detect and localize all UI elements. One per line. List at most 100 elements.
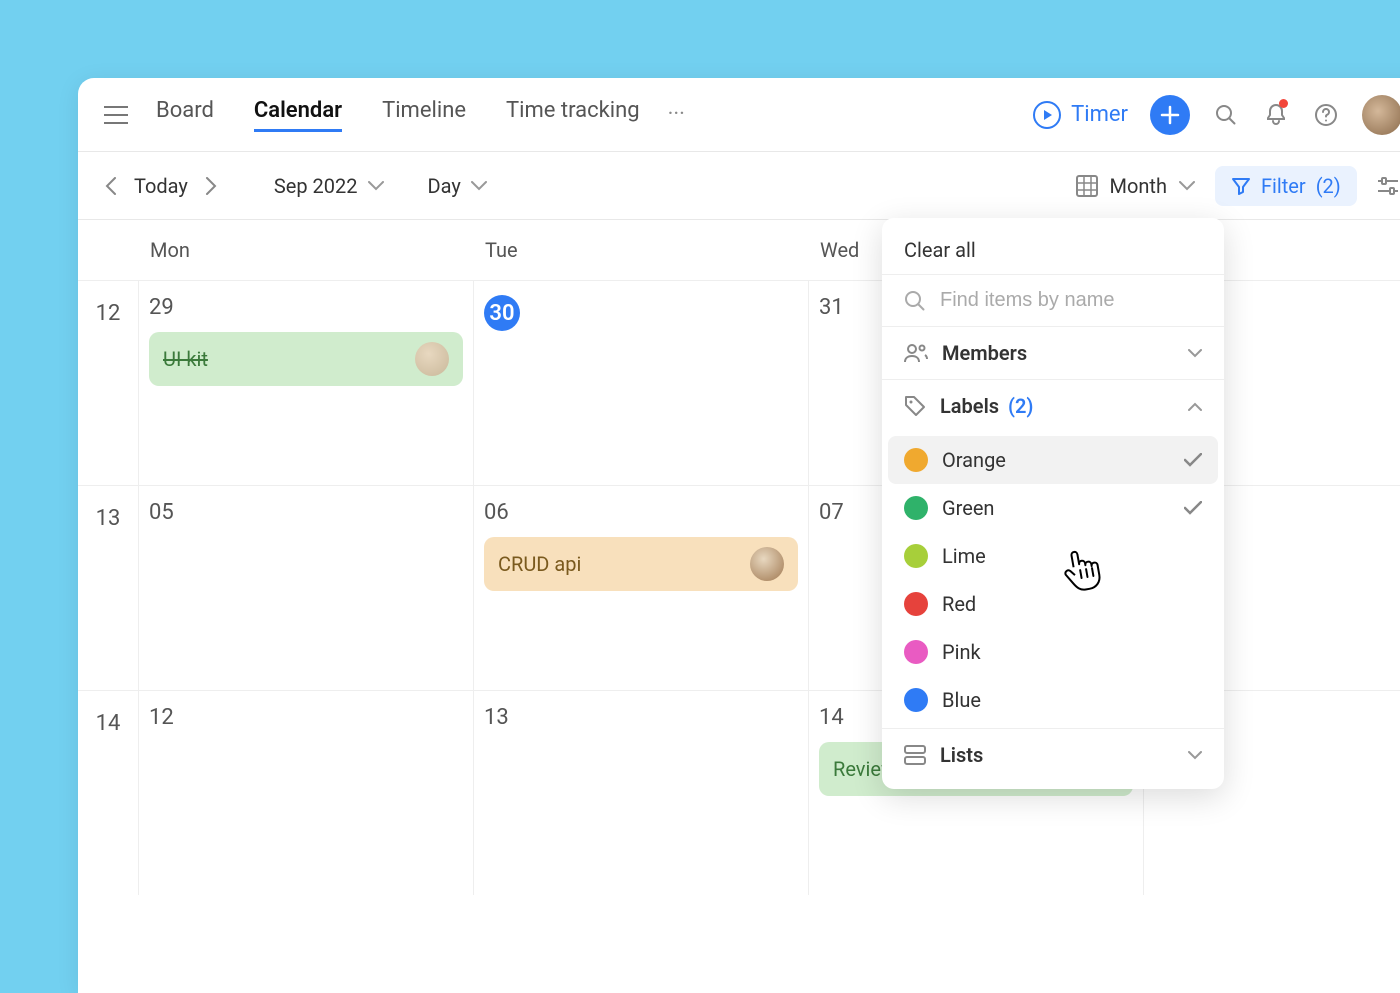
day-text: Day: [428, 174, 461, 198]
user-avatar[interactable]: [1362, 95, 1400, 135]
label-option-pink[interactable]: Pink: [888, 628, 1218, 676]
day-number: 30: [484, 295, 520, 331]
day-header: Tue: [473, 220, 808, 280]
labels-section[interactable]: Labels (2): [882, 380, 1224, 432]
lists-label: Lists: [940, 743, 1174, 767]
filter-count: (2): [1316, 174, 1341, 198]
check-icon: [1184, 453, 1202, 467]
add-button[interactable]: [1150, 95, 1190, 135]
toolbar-right: Month Filter (2) View: [1076, 166, 1400, 206]
filter-search[interactable]: [882, 275, 1224, 327]
label-option-blue[interactable]: Blue: [888, 676, 1218, 724]
bell-icon[interactable]: [1262, 101, 1290, 129]
nav-tabs: Board Calendar Timeline Time tracking: [156, 98, 640, 132]
label-name: Pink: [942, 640, 981, 664]
day-number: 13: [484, 705, 798, 730]
event-card[interactable]: UI kit: [149, 332, 463, 386]
check-icon: [1184, 501, 1202, 515]
label-color-dot: [904, 496, 928, 520]
topbar-right: Timer ···: [1033, 95, 1400, 135]
view-mode-selector[interactable]: Month: [1076, 174, 1195, 198]
nav-tab-time-tracking[interactable]: Time tracking: [506, 98, 640, 132]
nav-tab-board[interactable]: Board: [156, 98, 214, 132]
month-selector[interactable]: Sep 2022: [274, 174, 384, 198]
label-option-lime[interactable]: Lime: [888, 532, 1218, 580]
label-option-green[interactable]: Green: [888, 484, 1218, 532]
event-card[interactable]: CRUD api: [484, 537, 798, 591]
chevron-down-icon: [1188, 751, 1202, 760]
label-name: Orange: [942, 448, 1006, 472]
month-text: Sep 2022: [274, 174, 358, 198]
prev-arrow-icon[interactable]: [96, 171, 126, 201]
filter-label: Filter: [1261, 174, 1306, 198]
label-name: Lime: [942, 544, 986, 568]
assignee-avatar: [750, 547, 784, 581]
view-settings-button[interactable]: View: [1377, 174, 1400, 198]
sliders-icon: [1377, 176, 1399, 196]
week-number: 12: [78, 281, 138, 485]
label-option-orange[interactable]: Orange: [888, 436, 1218, 484]
label-color-dot: [904, 592, 928, 616]
assignee-avatar: [415, 342, 449, 376]
chevron-down-icon: [471, 181, 487, 191]
members-label: Members: [942, 341, 1174, 365]
view-mode-label: Month: [1110, 174, 1167, 198]
notification-dot-icon: [1279, 99, 1288, 108]
members-section[interactable]: Members: [882, 327, 1224, 380]
timer-label: Timer: [1071, 102, 1128, 127]
play-icon: [1033, 101, 1061, 129]
label-color-dot: [904, 640, 928, 664]
chevron-down-icon: [1179, 181, 1195, 191]
clear-all-button[interactable]: Clear all: [882, 226, 1224, 275]
label-icon: [904, 395, 926, 417]
labels-label: Labels (2): [940, 394, 1174, 418]
day-cell[interactable]: 29 UI kit: [138, 281, 473, 485]
day-number: 12: [149, 705, 463, 730]
filter-button[interactable]: Filter (2): [1215, 166, 1357, 206]
day-header: Mon: [138, 220, 473, 280]
label-name: Green: [942, 496, 994, 520]
chevron-up-icon: [1188, 402, 1202, 411]
search-icon: [904, 290, 926, 312]
day-cell[interactable]: 30: [473, 281, 808, 485]
chevron-down-icon: [1188, 349, 1202, 358]
members-icon: [904, 343, 928, 363]
label-color-dot: [904, 448, 928, 472]
week-number: 13: [78, 486, 138, 690]
filter-icon: [1231, 176, 1251, 196]
timer-button[interactable]: Timer: [1033, 101, 1128, 129]
nav-tab-timeline[interactable]: Timeline: [382, 98, 466, 132]
label-name: Red: [942, 592, 976, 616]
label-list: Orange Green Lime Red Pink Blue: [882, 432, 1224, 729]
label-color-dot: [904, 688, 928, 712]
filter-search-input[interactable]: [940, 289, 1202, 312]
next-arrow-icon[interactable]: [196, 171, 226, 201]
nav-more-icon[interactable]: ···: [668, 102, 685, 127]
event-label: UI kit: [163, 347, 208, 371]
event-label: CRUD api: [498, 552, 581, 576]
lists-icon: [904, 745, 926, 765]
today-button[interactable]: Today: [134, 174, 188, 198]
day-cell[interactable]: 06 CRUD api: [473, 486, 808, 690]
lists-section[interactable]: Lists: [882, 729, 1224, 781]
app-window: Board Calendar Timeline Time tracking ··· T…: [78, 78, 1400, 993]
day-cell[interactable]: 12: [138, 691, 473, 895]
day-number: 05: [149, 500, 463, 525]
search-icon[interactable]: [1212, 101, 1240, 129]
grid-icon: [1076, 175, 1098, 197]
week-number: 14: [78, 691, 138, 895]
hamburger-menu-icon[interactable]: [96, 106, 136, 124]
day-number: 06: [484, 500, 798, 525]
calendar-toolbar: Today Sep 2022 Day Month: [78, 152, 1400, 220]
label-name: Blue: [942, 688, 981, 712]
label-color-dot: [904, 544, 928, 568]
chevron-down-icon: [368, 181, 384, 191]
day-selector[interactable]: Day: [428, 174, 487, 198]
day-number: 29: [149, 295, 463, 320]
label-option-red[interactable]: Red: [888, 580, 1218, 628]
day-cell[interactable]: 05: [138, 486, 473, 690]
help-icon[interactable]: [1312, 101, 1340, 129]
filter-panel: Clear all Members Labels (2): [882, 218, 1224, 789]
nav-tab-calendar[interactable]: Calendar: [254, 98, 342, 132]
day-cell[interactable]: 13: [473, 691, 808, 895]
